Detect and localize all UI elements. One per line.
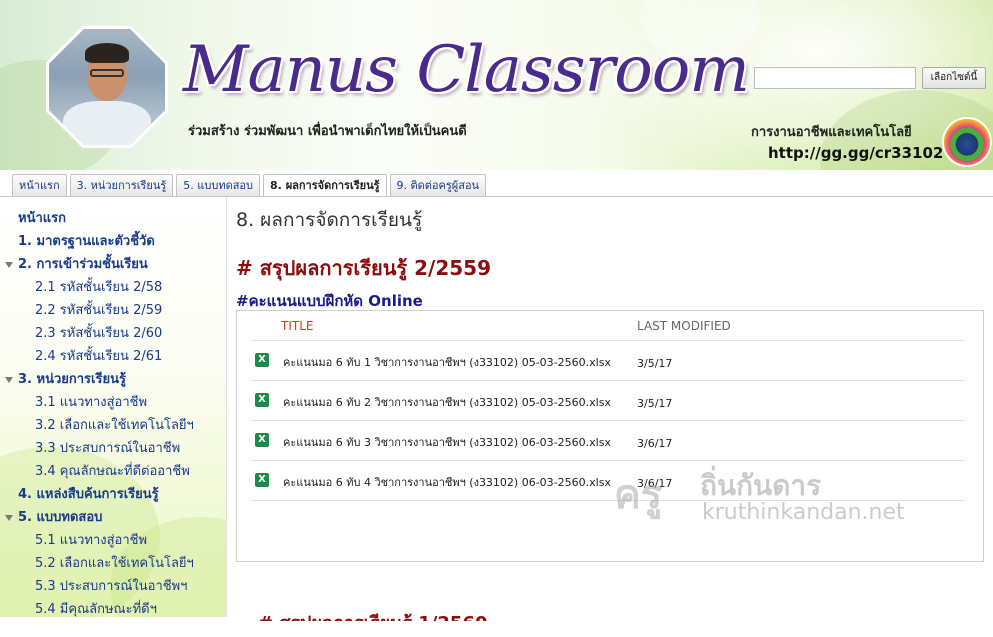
sidebar-item-resources[interactable]: 4. แหล่งสืบค้นการเรียนรู้ <box>0 483 226 506</box>
column-header-last-modified[interactable]: LAST MODIFIED <box>637 319 731 333</box>
sidebar-item-unit-3-1[interactable]: 3.1 แนวทางสู่อาชีพ <box>0 391 226 414</box>
sidebar: หน้าแรก 1. มาตรฐานและตัวชี้วัด 2. การเข้… <box>0 197 226 617</box>
sidebar-item-unit-3-2[interactable]: 3.2 เลือกและใช้เทคโนโลยีฯ <box>0 414 226 437</box>
sidebar-divider <box>226 197 227 617</box>
file-name-link[interactable]: คะแนนมอ 6 ทับ 1 วิชาการงานอาชีพฯ (ง33102… <box>283 353 611 371</box>
expand-triangle-icon[interactable] <box>5 262 13 268</box>
department-logo <box>942 117 992 167</box>
tab-home[interactable]: หน้าแรก <box>12 174 67 196</box>
sidebar-item-attendance[interactable]: 2. การเข้าร่วมชั้นเรียน <box>0 253 226 276</box>
sidebar-item-test-5-3[interactable]: 5.3 ประสบการณ์ในอาชีพฯ <box>0 575 226 598</box>
sidebar-item-label: 3. หน่วยการเรียนรู้ <box>18 372 126 387</box>
file-name-link[interactable]: คะแนนมอ 6 ทับ 4 วิชาการงานอาชีพฯ (ง33102… <box>283 473 611 491</box>
watermark-domain: kruthinkandan.net <box>702 500 905 525</box>
file-row[interactable]: X คะแนนมอ 6 ทับ 4 วิชาการงานอาชีพฯ (ง331… <box>251 461 965 501</box>
search-button[interactable]: เลือกไซต์นี้ <box>922 67 986 89</box>
sidebar-item-home[interactable]: หน้าแรก <box>0 207 226 230</box>
sidebar-item-label: 2. การเข้าร่วมชั้นเรียน <box>18 257 148 272</box>
file-row[interactable]: X คะแนนมอ 6 ทับ 3 วิชาการงานอาชีพฯ (ง331… <box>251 421 965 461</box>
sidebar-item-class-2-59[interactable]: 2.2 รหัสชั้นเรียน 2/59 <box>0 299 226 322</box>
search-input[interactable] <box>754 67 916 89</box>
sidebar-item-tests[interactable]: 5. แบบทดสอบ <box>0 506 226 529</box>
sidebar-item-test-5-2[interactable]: 5.2 เลือกและใช้เทคโนโลยีฯ <box>0 552 226 575</box>
file-name-link[interactable]: คะแนนมอ 6 ทับ 3 วิชาการงานอาชีพฯ (ง33102… <box>283 433 611 451</box>
sidebar-item-learning-units[interactable]: 3. หน่วยการเรียนรู้ <box>0 368 226 391</box>
sidebar-item-test-5-4[interactable]: 5.4 มีคุณลักษณะที่ดีฯ <box>0 598 226 617</box>
sidebar-item-unit-3-3[interactable]: 3.3 ประสบการณ์ในอาชีพ <box>0 437 226 460</box>
file-modified-date: 3/6/17 <box>637 437 673 450</box>
watermark-mark: ครู <box>614 472 663 518</box>
file-row[interactable]: X คะแนนมอ 6 ทับ 2 วิชาการงานอาชีพฯ (ง331… <box>251 381 965 421</box>
page-title: 8. ผลการจัดการเรียนรู้ <box>236 209 423 231</box>
file-modified-date: 3/5/17 <box>637 357 673 370</box>
sidebar-item-class-2-61[interactable]: 2.4 รหัสชั้นเรียน 2/61 <box>0 345 226 368</box>
file-modified-date: 3/5/17 <box>637 397 673 410</box>
sidebar-item-test-5-1[interactable]: 5.1 แนวทางสู่อาชีพ <box>0 529 226 552</box>
excel-file-icon: X <box>255 393 269 407</box>
excel-file-icon: X <box>255 353 269 367</box>
sidebar-nav: หน้าแรก 1. มาตรฐานและตัวชี้วัด 2. การเข้… <box>0 207 226 617</box>
tab-contact-teacher[interactable]: 9. ติดต่อครูผู้สอน <box>389 174 487 196</box>
excel-file-icon: X <box>255 433 269 447</box>
sidebar-item-class-2-58[interactable]: 2.1 รหัสชั้นเรียน 2/58 <box>0 276 226 299</box>
column-header-title[interactable]: TITLE <box>281 319 313 333</box>
tab-learning-units[interactable]: 3. หน่วยการเรียนรู้ <box>69 174 174 196</box>
site-header: Manus Classroom ร่วมสร้าง ร่วมพัฒนา เพื่… <box>0 0 993 170</box>
avatar <box>46 26 168 148</box>
site-tagline: ร่วมสร้าง ร่วมพัฒนา เพื่อนำพาเด็กไทยให้เ… <box>188 124 467 139</box>
expand-triangle-icon[interactable] <box>5 515 13 521</box>
tab-tests[interactable]: 5. แบบทดสอบ <box>176 174 261 196</box>
file-name-link[interactable]: คะแนนมอ 6 ทับ 2 วิชาการงานอาชีพฯ (ง33102… <box>283 393 611 411</box>
section-heading: # สรุปผลการเรียนรู้ 2/2559 <box>236 256 491 280</box>
sidebar-item-label: 5. แบบทดสอบ <box>18 510 103 525</box>
shortlink-text: http://gg.gg/cr33102 <box>768 144 944 162</box>
excel-file-icon: X <box>255 473 269 487</box>
department-label: การงานอาชีพและเทคโนโลยี <box>751 125 912 140</box>
sidebar-item-standards[interactable]: 1. มาตรฐานและตัวชี้วัด <box>0 230 226 253</box>
tab-learning-results[interactable]: 8. ผลการจัดการเรียนรู้ <box>263 174 387 197</box>
site-title[interactable]: Manus Classroom <box>183 30 750 110</box>
top-tab-bar: หน้าแรก 3. หน่วยการเรียนรู้ 5. แบบทดสอบ … <box>12 174 487 197</box>
next-section-heading: # สรุปผลการเรียนรู้ 1/2560 <box>258 613 488 634</box>
expand-triangle-icon[interactable] <box>5 377 13 383</box>
sidebar-item-unit-3-4[interactable]: 3.4 คุณลักษณะที่ดีต่ออาชีพ <box>0 460 226 483</box>
sidebar-item-class-2-60[interactable]: 2.3 รหัสชั้นเรียน 2/60 <box>0 322 226 345</box>
file-row[interactable]: X คะแนนมอ 6 ทับ 1 วิชาการงานอาชีพฯ (ง331… <box>251 341 965 381</box>
